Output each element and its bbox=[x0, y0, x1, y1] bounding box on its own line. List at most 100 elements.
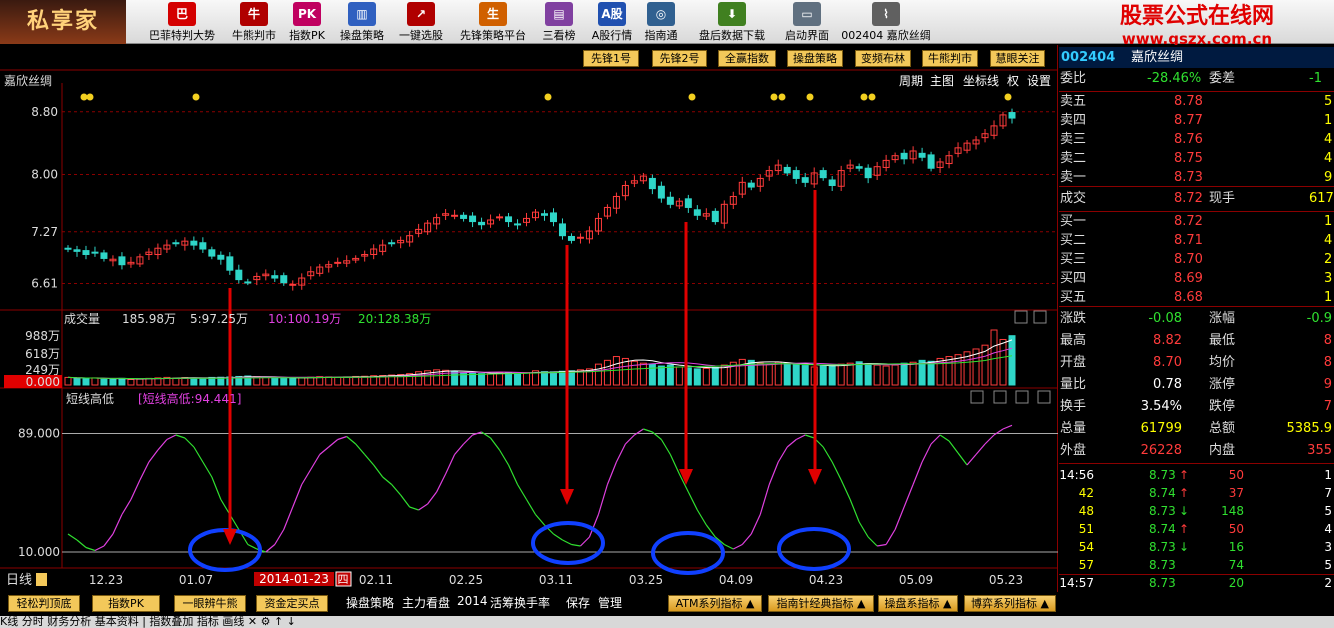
candle-body bbox=[747, 182, 755, 188]
toolbar-item-text: 指数PK bbox=[289, 29, 325, 42]
bottom-tab-5[interactable]: 保存 bbox=[566, 594, 590, 611]
toolbar-pioneer-button[interactable]: 生先锋策略平台 bbox=[451, 0, 535, 44]
tick-volume: 50 bbox=[1228, 468, 1244, 482]
tick-price: 8.73 bbox=[1149, 468, 1176, 482]
toolbar-rank-button[interactable]: ▤ 三看榜 bbox=[538, 0, 580, 44]
candle-body bbox=[864, 167, 872, 179]
indicator-segment bbox=[858, 521, 869, 538]
indicator-segment bbox=[606, 461, 617, 485]
toolbar-a-share-button[interactable]: A股 A股行情 bbox=[590, 0, 634, 44]
candle bbox=[154, 243, 162, 260]
candle bbox=[873, 161, 881, 180]
annotation-ellipse bbox=[651, 531, 725, 575]
bid-price: 8.71 bbox=[1174, 233, 1203, 248]
panel-control-icon[interactable] bbox=[1015, 390, 1029, 404]
bottom-tab-3[interactable]: 2014 bbox=[457, 594, 488, 608]
candle bbox=[100, 249, 108, 262]
price-axis-label: 7.27 bbox=[31, 225, 58, 239]
bottom-preset-button-1[interactable]: 轻松判顶底 bbox=[8, 595, 80, 612]
bottom-preset-button-4[interactable]: 资金定买点 bbox=[256, 595, 328, 612]
tick-time: 57 bbox=[1078, 558, 1094, 572]
candle-body bbox=[478, 221, 486, 226]
indicator-segment bbox=[94, 545, 105, 552]
candle-body bbox=[567, 235, 575, 241]
date-axis-label: 04.23 bbox=[809, 573, 843, 587]
volume-bar bbox=[289, 377, 297, 386]
indicator-segment bbox=[993, 428, 1004, 436]
toolbar-strategy-button[interactable]: ▥ 操盘策略 bbox=[333, 0, 391, 44]
separator-line bbox=[1059, 306, 1334, 307]
tick-volume: 50 bbox=[1228, 522, 1244, 536]
ask-row: 卖二 8.75 4 bbox=[1059, 148, 1334, 169]
ask-price: 8.73 bbox=[1174, 170, 1203, 185]
period-label[interactable]: 日线 bbox=[6, 573, 32, 588]
arrow-up-icon: ↑ bbox=[1179, 468, 1190, 482]
stat-row: 总量 61799 总额 5385.9 bbox=[1059, 418, 1334, 439]
panel-control-icon[interactable] bbox=[1037, 390, 1051, 404]
indicator-segment bbox=[355, 443, 366, 455]
indicator-segment bbox=[1002, 424, 1013, 430]
indicator-segment bbox=[400, 494, 411, 508]
toolbar-guide-button[interactable]: ◎ 指南通 bbox=[640, 0, 682, 44]
indicator-segment bbox=[346, 436, 357, 445]
volume-bar bbox=[639, 362, 647, 386]
toolbar-item-label: 启动界面 bbox=[778, 27, 836, 43]
toolbar-bull-bear-button[interactable]: 牛牛熊判市 bbox=[228, 0, 280, 44]
volume-bar bbox=[855, 361, 863, 386]
tick-price: 8.73 bbox=[1149, 504, 1176, 518]
bottom-tab-6[interactable]: 管理 bbox=[598, 594, 622, 611]
toolbar-stock-pick-button[interactable]: ↗ 一键选股 bbox=[393, 0, 449, 44]
toolbar-buffett-button[interactable]: 巴巴菲特判大势 bbox=[138, 0, 226, 44]
indicator-series-button-4[interactable]: 博弈系列指标 ▲ bbox=[964, 595, 1056, 612]
candle-body bbox=[576, 236, 584, 239]
bottom-preset-button-2[interactable]: 指数PK bbox=[92, 595, 160, 612]
brand-title: 股票公式在线网 bbox=[1120, 4, 1275, 29]
stat-row: 量比 0.78 涨停 9 bbox=[1059, 374, 1334, 395]
bottom-tab-1[interactable]: 操盘策略 bbox=[346, 594, 394, 611]
indicator-segment bbox=[85, 546, 96, 552]
stat-label: 开盘 bbox=[1060, 355, 1087, 370]
deal-row: 成交 8.72 现手 617 bbox=[1059, 188, 1334, 209]
toolbar-launch-button[interactable]: ▭ 启动界面 bbox=[778, 0, 836, 44]
candle bbox=[603, 204, 611, 220]
panel-control-icon[interactable] bbox=[970, 390, 984, 404]
stat-label: 总额 bbox=[1209, 421, 1236, 436]
volume-bar bbox=[837, 363, 845, 386]
toolbar-item-label: 牛熊判市 bbox=[228, 27, 280, 43]
bottom-tab-4[interactable]: 活筹换手率 bbox=[490, 594, 550, 611]
indicator-series-button-3[interactable]: 操盘系指标 ▲ bbox=[878, 595, 958, 612]
candle bbox=[666, 191, 674, 209]
volume-bar bbox=[891, 364, 899, 386]
indicator-series-button-2[interactable]: 指南针经典指标 ▲ bbox=[768, 595, 874, 612]
bottom-tab-2[interactable]: 主力看盘 bbox=[402, 594, 450, 611]
panel-control-icon[interactable] bbox=[1033, 310, 1047, 324]
panel-control-icon[interactable] bbox=[1014, 310, 1028, 324]
toolbar-stock-chart-button[interactable]: ⌇ 002404 嘉欣丝绸 bbox=[838, 0, 934, 44]
candle bbox=[514, 219, 522, 230]
ask-price: 8.77 bbox=[1174, 113, 1203, 128]
toolbar-index-pk-button[interactable]: PK 指数PK bbox=[283, 0, 331, 44]
ask-volume: 4 bbox=[1324, 132, 1333, 147]
ask-label: 卖二 bbox=[1060, 151, 1087, 166]
volume-bar bbox=[801, 365, 809, 386]
volume-bar bbox=[909, 361, 917, 386]
indicator-segment bbox=[148, 449, 159, 463]
period-toggle[interactable] bbox=[36, 573, 47, 586]
tick-count: 7 bbox=[1324, 486, 1332, 500]
toolbar-download-button[interactable]: ⬇ 盘后数据下载 bbox=[690, 0, 774, 44]
volume-bar bbox=[136, 378, 144, 386]
bottom-tabs[interactable]: K线 分时 财务分析 基本资料 | 指数叠加 指标 画线 ✕ ⚙ ↑ ↓ bbox=[0, 616, 1334, 628]
signal-marker bbox=[778, 93, 786, 101]
candle-body bbox=[927, 154, 935, 169]
candle bbox=[379, 239, 387, 256]
bottom-preset-button-3[interactable]: 一眼辨牛熊 bbox=[174, 595, 246, 612]
indicator-series-button-1[interactable]: ATM系列指标 ▲ bbox=[668, 595, 762, 612]
tick-count: 3 bbox=[1324, 540, 1332, 554]
panel-control-icon[interactable] bbox=[993, 390, 1007, 404]
candle-body bbox=[496, 216, 504, 219]
volume-bar bbox=[675, 366, 683, 386]
volume-bar bbox=[514, 372, 522, 386]
stat-label: 最高 bbox=[1060, 333, 1087, 348]
volume-bar bbox=[792, 364, 800, 386]
stat-value: 8.70 bbox=[1153, 355, 1182, 370]
